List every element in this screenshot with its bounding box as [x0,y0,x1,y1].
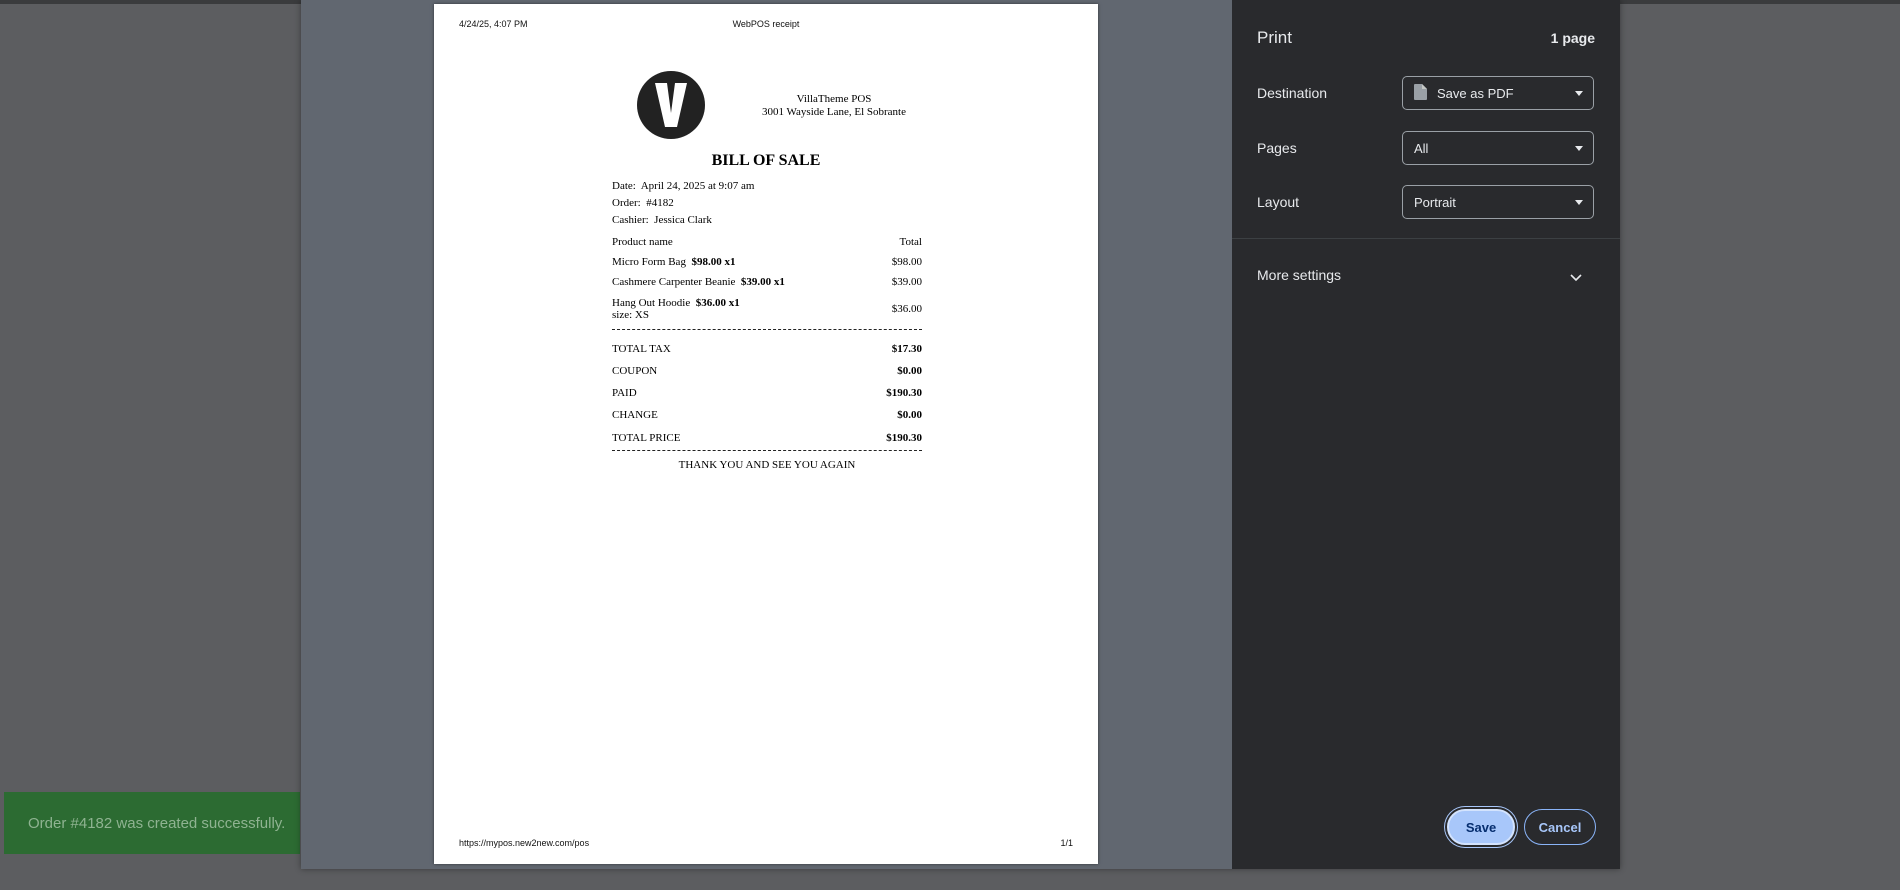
print-settings-panel: Print 1 page Destination Save as PDF Pag… [1232,0,1620,869]
dropdown-arrow-icon [1575,91,1583,96]
item-name: Hang Out Hoodie [612,297,691,309]
total-value: $190.30 [886,432,922,444]
page-count: 1 page [1550,30,1595,46]
store-name: VillaTheme POS [796,93,872,105]
order-label: Order: [612,197,641,209]
cashier-label: Cashier: [612,214,649,226]
item-row: Cashmere Carpenter Beanie $39.00 x1 $39.… [612,276,922,288]
item-name: Cashmere Carpenter Beanie [612,276,736,288]
toast-message: Order #4182 was created successfully. [28,814,286,832]
header-title: WebPOS receipt [732,19,800,29]
bill-title: BILL OF SALE [711,152,821,169]
save-button[interactable]: Save [1447,809,1515,845]
item-price-qty: $36.00 x1 [695,297,740,309]
header-datetime: 4/24/25, 4:07 PM [459,19,528,29]
total-value: $0.00 [897,409,922,421]
item-price-qty: $98.00 x1 [691,256,736,268]
total-label: PAID [612,387,637,399]
item-total: $36.00 [891,303,922,315]
footer-page-number: 1/1 [1060,838,1073,848]
total-label: CHANGE [612,409,658,421]
destination-value: Save as PDF [1437,85,1514,101]
cashier-value: Jessica Clark [654,214,712,226]
panel-divider [1232,238,1620,239]
item-row: Micro Form Bag $98.00 x1 $98.00 [612,256,922,268]
print-title: Print [1257,28,1292,47]
store-logo [637,71,705,139]
item-name: Micro Form Bag [612,256,686,268]
layout-select[interactable]: Portrait [1402,185,1594,219]
total-value: $190.30 [886,387,922,399]
total-row: COUPON $0.00 [612,365,922,377]
destination-label: Destination [1257,85,1328,101]
item-total: $39.00 [891,276,922,288]
total-value: $17.30 [891,343,922,355]
col-total: Total [899,236,922,248]
more-settings-toggle[interactable]: More settings [1257,267,1341,283]
total-row: TOTAL PRICE $190.30 [612,432,922,444]
layout-label: Layout [1257,194,1300,210]
dropdown-arrow-icon [1575,200,1583,205]
total-label: COUPON [612,365,658,377]
item-variant: size: XS [612,309,649,321]
print-preview-area[interactable]: 4/24/25, 4:07 PM WebPOS receipt VillaThe… [301,0,1232,869]
date-label: Date: [612,180,636,192]
cancel-button[interactable]: Cancel [1524,809,1596,845]
total-label: TOTAL PRICE [612,432,681,444]
pages-value: All [1414,140,1429,156]
document-icon [1414,83,1427,103]
total-row: CHANGE $0.00 [612,409,922,421]
pages-label: Pages [1257,140,1297,156]
layout-value: Portrait [1414,194,1456,210]
order-value: #4182 [646,197,674,209]
receipt-page: 4/24/25, 4:07 PM WebPOS receipt VillaThe… [434,4,1098,864]
dashed-divider [612,329,922,330]
store-info: VillaTheme POS 3001 Wayside Lane, El Sob… [734,93,934,119]
v-logo-icon [655,83,687,127]
receipt-cashier: Cashier: Jessica Clark [612,214,712,226]
destination-select[interactable]: Save as PDF [1402,76,1594,110]
col-product: Product name [612,236,673,248]
print-dialog: 4/24/25, 4:07 PM WebPOS receipt VillaThe… [301,0,1620,869]
total-row: TOTAL TAX $17.30 [612,343,922,355]
receipt-date: Date: April 24, 2025 at 9:07 am [612,180,754,192]
success-toast: Order #4182 was created successfully. [4,792,300,854]
item-price-qty: $39.00 x1 [740,276,785,288]
total-row: PAID $190.30 [612,387,922,399]
footer-url: https://mypos.new2new.com/pos [459,838,590,848]
total-value: $0.00 [897,365,922,377]
items-header: Product name Total [612,236,922,248]
receipt-order: Order: #4182 [612,197,674,209]
store-address: 3001 Wayside Lane, El Sobrante [761,106,906,118]
total-label: TOTAL TAX [612,343,671,355]
date-value: April 24, 2025 at 9:07 am [640,180,755,192]
item-row: Hang Out Hoodie $36.00 x1 size: XS $36.0… [612,296,922,322]
dashed-divider [612,450,922,451]
dropdown-arrow-icon [1575,146,1583,151]
chevron-down-icon[interactable] [1570,269,1582,287]
item-total: $98.00 [891,256,922,268]
pages-select[interactable]: All [1402,131,1594,165]
thank-you-message: THANK YOU AND SEE YOU AGAIN [678,459,856,471]
